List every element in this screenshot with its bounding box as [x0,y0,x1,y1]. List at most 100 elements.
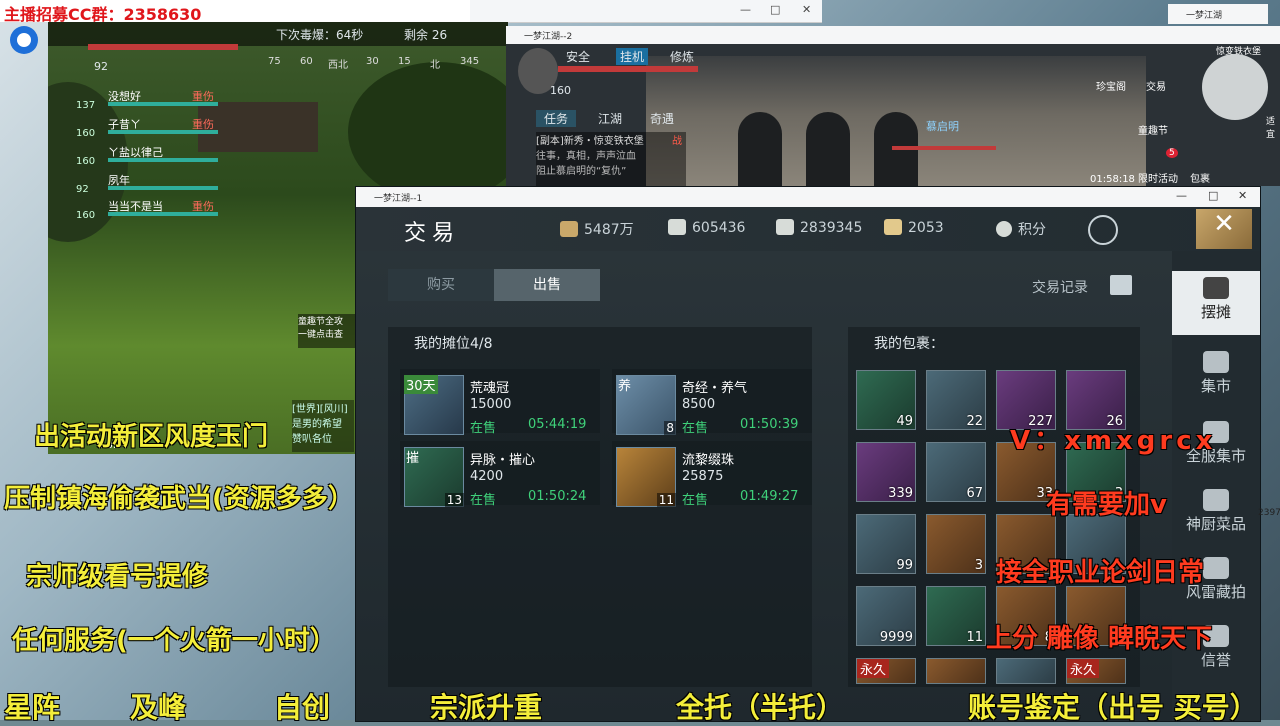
app-logo [2,22,46,62]
event-timer: 01:58:18 [1090,174,1135,185]
castle-arch [806,112,850,186]
tab-buy[interactable]: 购买 [388,269,494,301]
minimize-button[interactable]: — [1176,189,1187,202]
currency-coin: 5487万 [560,219,634,239]
treasure-button[interactable]: 珍宝阁 [1096,78,1126,93]
overlay-text: 星阵 [4,691,61,724]
mode-afk[interactable]: 挂机 [616,48,649,65]
maximize-button[interactable]: □ [770,3,780,16]
tab-quest[interactable]: 任务 [536,110,577,127]
coin-bag-icon [560,221,578,237]
points-button[interactable]: 积分 [996,219,1046,239]
player-level: 160 [550,84,571,97]
player-level: 92 [94,60,108,73]
tab-sell[interactable]: 出售 [494,269,600,301]
stream-title-bar: 主播招募CC群：2358630 [0,0,470,24]
mode-cultivate[interactable]: 修炼 [670,48,694,65]
minimize-button[interactable]: — [740,3,751,16]
game-window-right[interactable]: 一梦江湖--2 安全 挂机 修炼 160 任务 江湖 奇遇 [副本]新秀・惊变铁… [506,26,1280,186]
side-item-chef[interactable]: 神厨菜品 [1172,483,1260,547]
party-member[interactable]: 137 没想好 重伤 [76,88,236,111]
game-right-titlebar: 一梦江湖--2 [506,26,1280,44]
bag-slot[interactable]: 3 [926,514,986,574]
points-icon [996,221,1012,237]
cc-logo-icon [10,26,38,54]
bag-slot[interactable]: 22 [926,370,986,430]
gold-ingot-icon [884,219,902,235]
settings-icon[interactable] [1088,215,1118,245]
dish-icon [1203,489,1229,511]
overlay-text: 账号鉴定（出号 买号） [968,691,1258,724]
maximize-button[interactable]: □ [1208,189,1218,202]
tab-jianghu[interactable]: 江湖 [598,110,622,127]
bag-slot[interactable]: 9999 [856,586,916,646]
minimap[interactable] [1202,54,1268,120]
stall-item[interactable]: 11 流黎缀珠 25875 在售 01:49:27 [612,441,812,508]
stall-item[interactable]: 13 摧 异脉・摧心 4200 在售 01:50:24 [400,441,600,508]
bag-title: 我的包裹： [874,336,944,352]
bag-slot[interactable]: 11 [926,586,986,646]
compass-bar: 75 60 西北 30 15 北 345 [268,56,480,71]
party-member[interactable]: 92 夙年 [76,172,236,195]
bag-slot[interactable]: 339 [856,442,916,502]
overlay-text: 有需要加v [1046,490,1167,520]
currency-silver: 605436 [668,219,745,236]
overlay-text: 及峰 [130,691,187,724]
bag-slot[interactable]: 67 [926,442,986,502]
side-item-stall[interactable]: 摆摊 [1172,271,1260,335]
party-member[interactable]: 160 ㄚ盐以律己 [76,144,236,167]
list-icon[interactable] [1110,275,1132,295]
stall-icon [1203,277,1229,299]
corner-window[interactable]: 一梦江湖 [1168,4,1268,24]
side-number: 23971 [1258,508,1280,518]
close-button[interactable]: ✕ [1238,189,1247,202]
world-chat[interactable]: [世界][风川] 是男的希望 赞叭各位 [292,400,354,452]
bag-slot[interactable]: 99 [856,514,916,574]
overlay-text: 上分 雕像 睥睨天下 [986,624,1213,654]
trade-title: 交易 [404,221,461,246]
silver-ingot-icon [668,219,686,235]
side-item-market[interactable]: 集市 [1172,345,1260,409]
party-member[interactable]: 160 子昔ㄚ 重伤 [76,116,236,139]
remaining-count: 剩余 26 [404,28,448,42]
trade-header: 交易 5487万 605436 2839345 2053 积分 ✕ [356,207,1260,251]
overlay-contact: V：xmxgrcx [1010,426,1217,456]
overlay-text: 全托（半托） [676,691,845,724]
currency-token: 2839345 [776,219,862,236]
quest-tracker[interactable]: [副本]新秀・惊变铁衣堡 战 往事，真相，声声泣血 阻止慕启明的“复仇” [536,132,686,186]
auction-icon [1203,557,1229,579]
npc-hp-bar [892,146,996,150]
stall-item[interactable]: 30天 荒魂冠 15000 在售 05:44:19 [400,369,600,436]
close-icon[interactable]: ✕ [1196,209,1252,249]
top-window-titlebar: — □ ✕ [470,0,822,23]
weather-tip: 适宜 [1266,117,1276,140]
trade-history-link[interactable]: 交易记录 [1032,277,1088,297]
currency-gold: 2053 [884,219,944,236]
event-notice[interactable]: 童趣节全攻 一键点击查 [298,314,358,348]
limited-event-button[interactable]: 限时活动 [1138,170,1178,185]
bag-slot[interactable]: 永久 [856,658,916,684]
stall-item[interactable]: 8 养 奇经・养气 8500 在售 01:50:39 [612,369,812,436]
bag-slot[interactable]: 永久 [1066,658,1126,684]
tab-adventure[interactable]: 奇遇 [650,110,674,127]
kids-festival-button[interactable]: 童趣节 [1138,122,1168,137]
castle-arch [738,112,782,186]
close-button[interactable]: ✕ [802,3,811,16]
poison-timer: 下次毒爆：64秒 [276,28,364,42]
bag-slot[interactable] [996,658,1056,684]
notification-badge: 5 [1166,148,1178,158]
overlay-text: 任何服务(一个火箭一小时） [12,626,336,656]
bag-slot[interactable]: 49 [856,370,916,430]
overlay-text: 压制镇海偷袭武当(资源多多） [4,484,354,514]
bag-button[interactable]: 包裹 [1190,170,1210,185]
item-image: 11 [616,447,676,507]
party-member[interactable]: 160 当当不是当 重伤 [76,198,236,221]
player-hp-bar [88,44,238,50]
mode-safe[interactable]: 安全 [566,48,590,65]
stall-panel: 我的摊位4/8 30天 荒魂冠 15000 在售 05:44:19 8 养 奇经… [388,327,812,687]
overlay-text: 宗师级看号提修 [26,562,209,592]
overlay-text: 出活动新区风度玉门 [34,422,269,452]
overlay-text: 接全职业论剑日常 [996,558,1205,588]
bag-slot[interactable] [926,658,986,684]
trade-button[interactable]: 交易 [1146,78,1166,93]
